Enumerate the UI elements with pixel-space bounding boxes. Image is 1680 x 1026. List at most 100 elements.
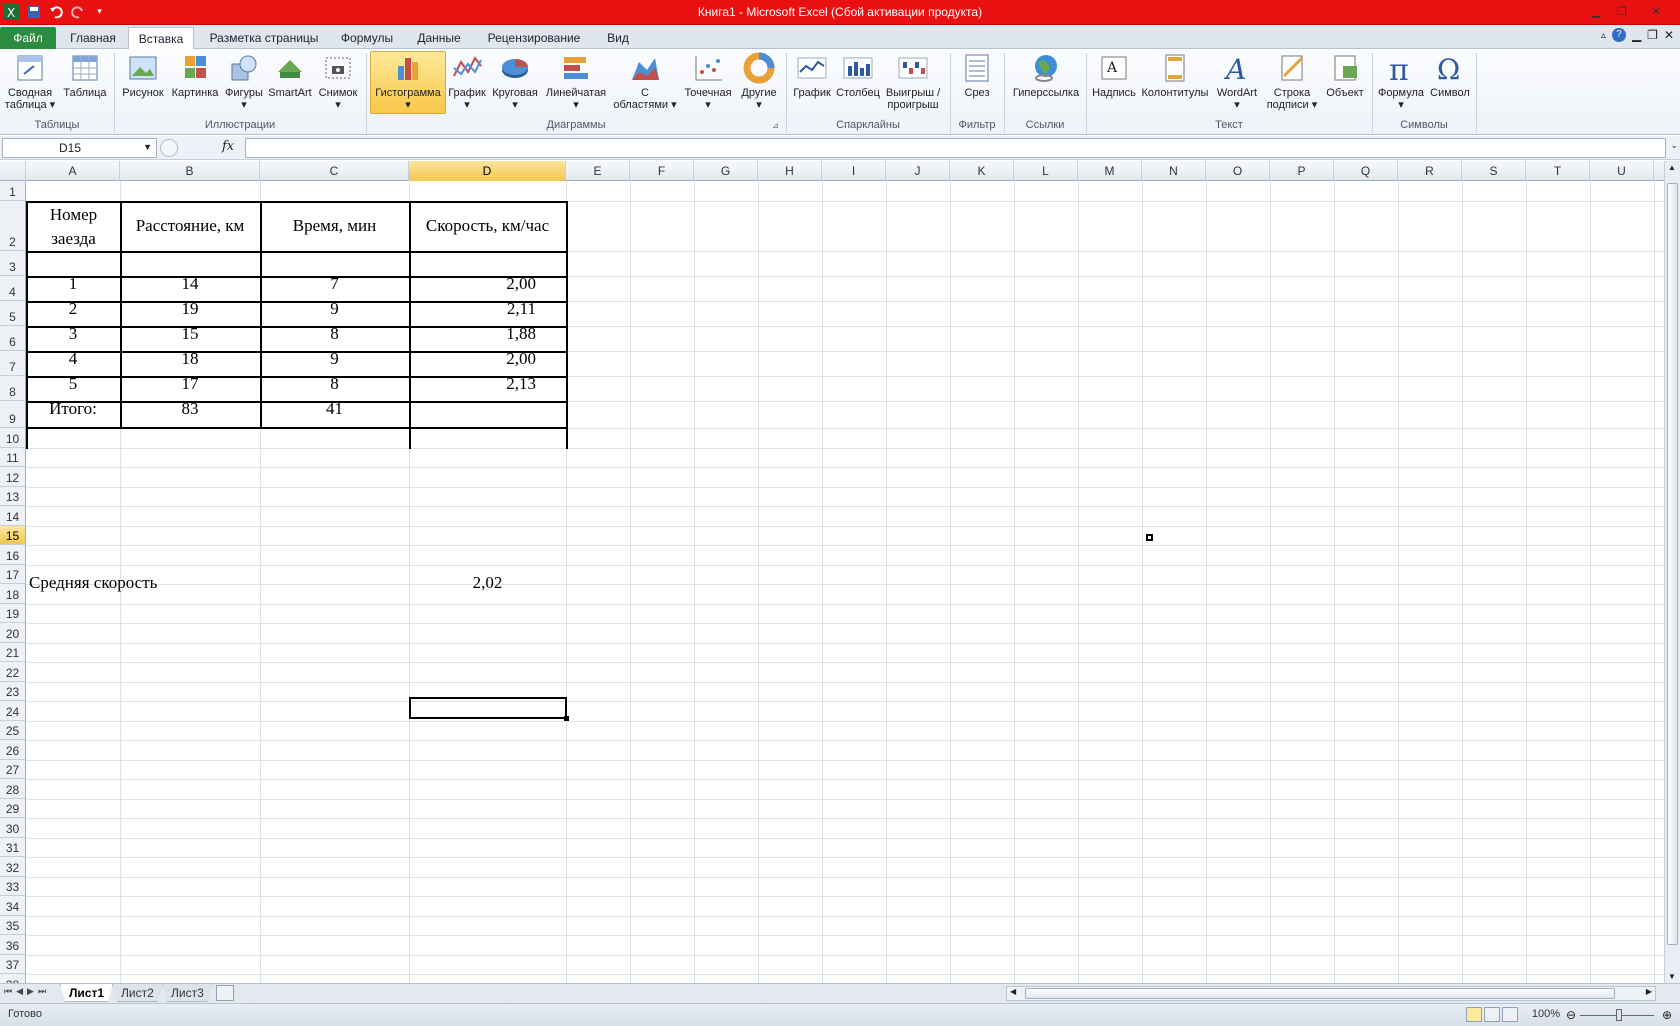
symbol-button[interactable]: Ω Символ <box>1426 52 1474 99</box>
row-header[interactable]: 19 <box>0 604 25 623</box>
table-cell[interactable]: 19 <box>120 296 260 321</box>
table-header-cell[interactable]: Время, мин <box>260 202 409 252</box>
row-header[interactable]: 31 <box>0 838 25 857</box>
scatter-chart-button[interactable]: Точечная ▾ <box>680 52 736 111</box>
column-header[interactable]: O <box>1206 161 1270 181</box>
doc-minimize-icon[interactable]: ▁ <box>1632 28 1641 42</box>
textbox-button[interactable]: A Надпись <box>1090 52 1138 99</box>
row-header[interactable]: 20 <box>0 623 25 643</box>
tab-formulas[interactable]: Формулы <box>334 27 400 49</box>
chevron-down-icon[interactable]: ▼ <box>143 142 152 152</box>
slicer-button[interactable]: Срез <box>954 52 1000 99</box>
column-header[interactable]: N <box>1142 161 1206 181</box>
zoom-slider-thumb[interactable] <box>1616 1009 1622 1021</box>
formula-bar-expand-icon[interactable] <box>160 139 178 157</box>
bar-chart-button[interactable]: Линейчатая ▾ <box>542 52 610 111</box>
table-cell[interactable]: 2,11 <box>409 296 566 321</box>
page-break-view-icon[interactable] <box>1502 1007 1518 1022</box>
column-header[interactable]: J <box>886 161 950 181</box>
total-cell[interactable]: Итого: <box>26 396 120 421</box>
close-icon[interactable]: ✕ <box>1636 2 1676 21</box>
horizontal-scrollbar[interactable]: ◀ ▶ <box>1006 986 1656 1001</box>
restore-icon[interactable]: ❐ <box>1610 2 1634 21</box>
screenshot-button[interactable]: Снимок ▾ <box>314 52 362 111</box>
tab-insert[interactable]: Вставка <box>128 27 194 50</box>
tab-file[interactable]: Файл <box>0 27 56 49</box>
row-header[interactable]: 38 <box>0 974 25 984</box>
column-header[interactable]: R <box>1398 161 1462 181</box>
column-header[interactable]: P <box>1270 161 1334 181</box>
row-header[interactable]: 4 <box>0 276 25 301</box>
average-label[interactable]: Средняя скорость <box>26 569 266 595</box>
area-chart-button[interactable]: Собластями ▾ <box>610 52 680 111</box>
row-header[interactable]: 8 <box>0 376 25 401</box>
pie-chart-button[interactable]: Круговая ▾ <box>488 52 542 111</box>
name-box[interactable]: D15 ▼ <box>2 138 157 158</box>
table-header-cell[interactable]: Расстояние, км <box>120 202 260 252</box>
header-footer-button[interactable]: Колонтитулы <box>1138 52 1212 99</box>
row-header[interactable]: 35 <box>0 916 25 935</box>
row-header[interactable]: 23 <box>0 682 25 701</box>
table-cell[interactable]: 7 <box>260 271 409 296</box>
column-header[interactable]: T <box>1526 161 1590 181</box>
vertical-scroll-thumb[interactable] <box>1667 183 1678 945</box>
row-header[interactable]: 5 <box>0 301 25 326</box>
doc-close-icon[interactable]: ✕ <box>1664 28 1674 42</box>
scroll-left-icon[interactable]: ◀ <box>1010 987 1016 996</box>
row-header[interactable]: 6 <box>0 326 25 351</box>
row-header[interactable]: 11 <box>0 448 25 467</box>
tab-data[interactable]: Данные <box>406 27 472 49</box>
total-cell[interactable]: 83 <box>120 396 260 421</box>
table-cell[interactable]: 9 <box>260 296 409 321</box>
row-header[interactable]: 16 <box>0 545 25 565</box>
tab-page-layout[interactable]: Разметка страницы <box>200 27 328 49</box>
zoom-level[interactable]: 100% <box>1532 1008 1560 1020</box>
sheet-tab-1[interactable]: Лист1 <box>60 984 114 1002</box>
select-all-corner[interactable] <box>0 161 26 181</box>
column-header[interactable]: E <box>566 161 630 181</box>
table-cell[interactable]: 4 <box>26 346 120 371</box>
row-header[interactable]: 21 <box>0 643 25 662</box>
row-header[interactable]: 18 <box>0 584 25 604</box>
total-cell[interactable]: 41 <box>260 396 409 421</box>
column-header[interactable]: Q <box>1334 161 1398 181</box>
column-header[interactable]: G <box>694 161 758 181</box>
total-cell[interactable] <box>409 396 566 421</box>
equation-button[interactable]: π Формула ▾ <box>1376 52 1426 111</box>
sheet-nav-icons[interactable]: ⏮◀▶⏭ <box>4 986 50 997</box>
table-cell[interactable]: 5 <box>26 371 120 396</box>
column-header[interactable]: B <box>120 161 260 181</box>
collapse-ribbon-icon[interactable]: ▵ <box>1601 30 1606 41</box>
scroll-right-icon[interactable]: ▶ <box>1646 987 1652 996</box>
other-charts-button[interactable]: Другие ▾ <box>736 52 782 111</box>
page-layout-view-icon[interactable] <box>1484 1007 1500 1022</box>
expand-formula-icon[interactable]: ⌄ <box>1670 140 1678 151</box>
sparkline-line-button[interactable]: График <box>790 52 834 99</box>
row-header[interactable]: 36 <box>0 935 25 955</box>
table-cell[interactable]: 2,00 <box>409 346 566 371</box>
minimize-icon[interactable]: ▁ <box>1584 2 1608 21</box>
row-header[interactable]: 32 <box>0 857 25 877</box>
row-header[interactable]: 29 <box>0 799 25 818</box>
picture-button[interactable]: Рисунок <box>118 52 168 99</box>
table-header-cell[interactable]: Номер заезда <box>27 202 120 252</box>
scroll-down-icon[interactable]: ▼ <box>1668 972 1676 981</box>
row-header[interactable]: 15 <box>0 525 25 545</box>
row-header[interactable]: 12 <box>0 467 25 487</box>
selected-cell[interactable] <box>409 697 567 719</box>
row-header[interactable]: 28 <box>0 779 25 799</box>
column-header[interactable]: D <box>409 161 566 181</box>
column-header[interactable]: A <box>26 161 120 181</box>
table-button[interactable]: Таблица <box>60 52 110 99</box>
table-cell[interactable]: 3 <box>26 321 120 346</box>
column-header[interactable]: F <box>630 161 694 181</box>
table-cell[interactable]: 18 <box>120 346 260 371</box>
row-header[interactable]: 3 <box>0 251 25 276</box>
row-header[interactable]: 30 <box>0 818 25 838</box>
table-cell[interactable]: 1 <box>26 271 120 296</box>
row-header[interactable]: 24 <box>0 701 25 721</box>
row-header[interactable]: 9 <box>0 401 25 428</box>
doc-restore-icon[interactable]: ❐ <box>1647 28 1658 42</box>
row-header[interactable]: 10 <box>0 428 25 448</box>
normal-view-icon[interactable] <box>1466 1007 1482 1022</box>
